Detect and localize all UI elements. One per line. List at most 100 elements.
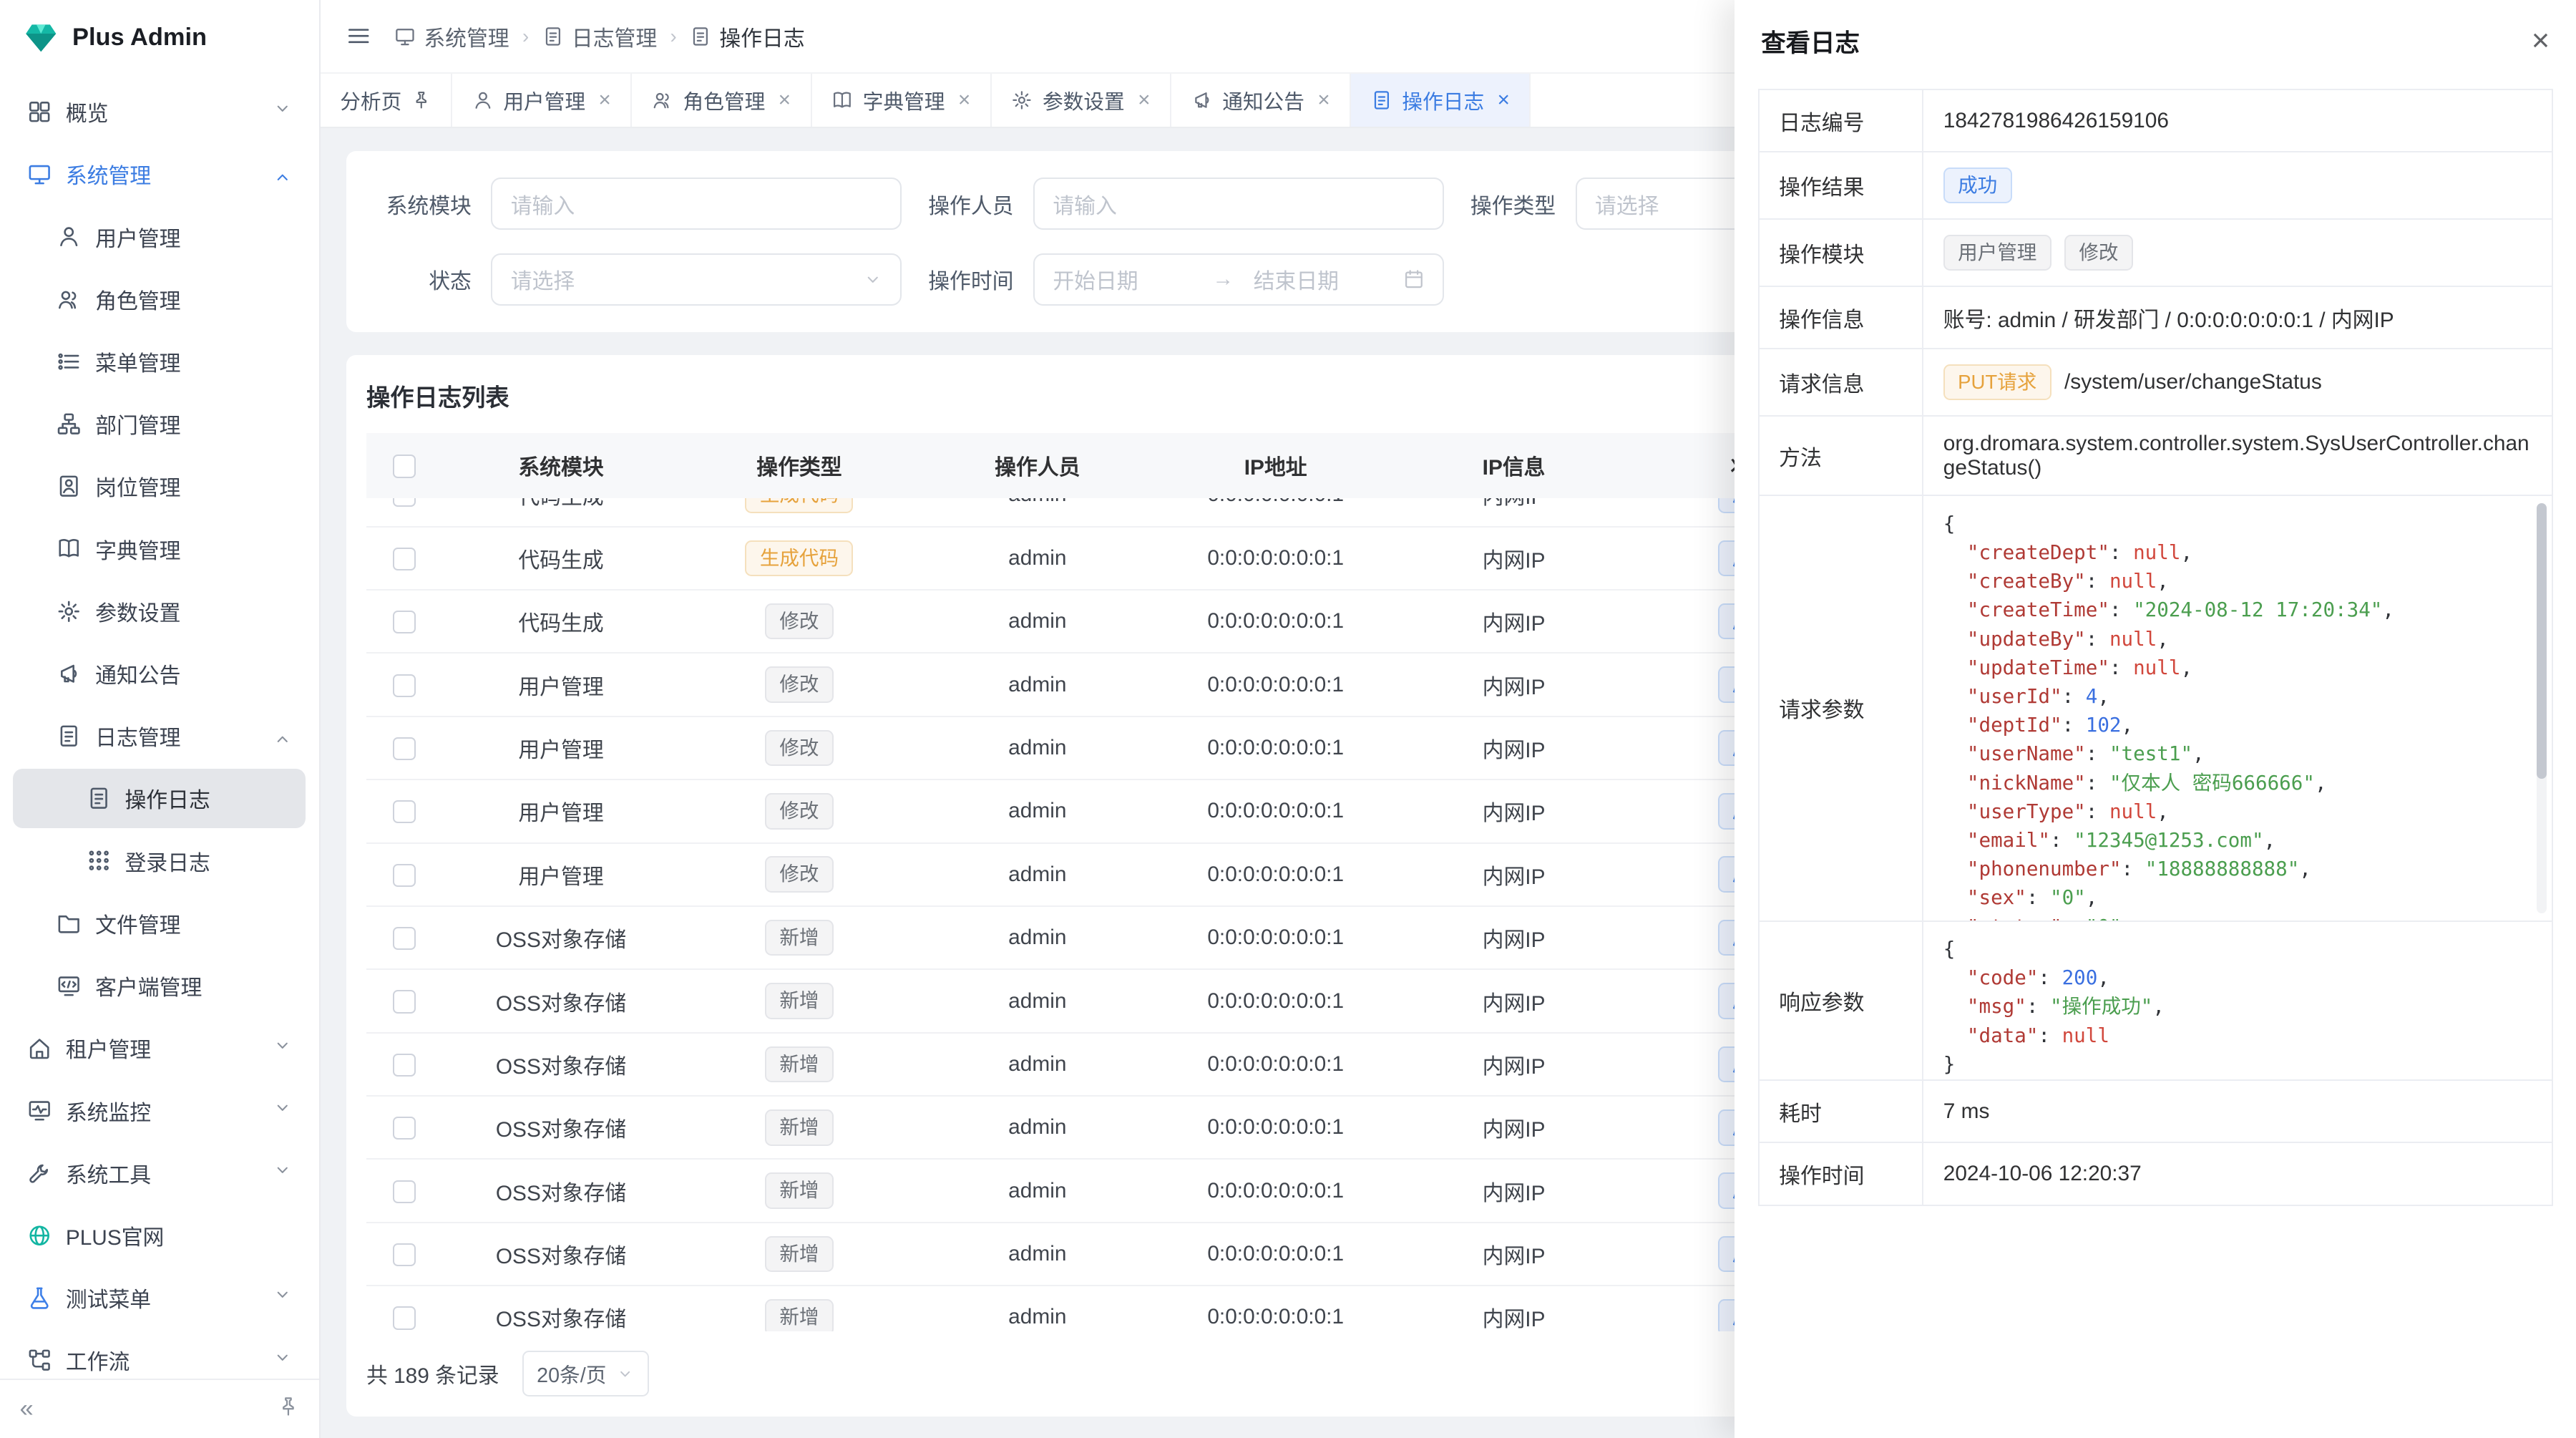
scrollbar[interactable] (2537, 503, 2547, 914)
row-checkbox[interactable] (393, 990, 416, 1013)
column-header: 操作类型 (680, 450, 918, 481)
sidebar-item-system-monitor[interactable]: 系统监控 (13, 1081, 306, 1140)
row-checkbox[interactable] (393, 1243, 416, 1266)
cell-ip: 0:0:0:0:0:0:0:1 (1156, 1179, 1395, 1203)
sidebar-collapse-button[interactable]: « (20, 1395, 34, 1423)
close-icon[interactable]: × (598, 89, 610, 111)
cell-ip: 0:0:0:0:0:0:0:1 (1156, 546, 1395, 570)
close-icon[interactable]: × (1138, 89, 1150, 111)
operation-type-badge: 新增 (765, 1172, 834, 1209)
breadcrumb-item[interactable]: 系统管理 (394, 21, 509, 52)
sidebar-item-test-menu[interactable]: 测试菜单 (13, 1268, 306, 1328)
sidebar-item-param-settings[interactable]: 参数设置 (13, 582, 306, 641)
home-icon (26, 1036, 53, 1060)
cell-system-module: 代码生成 (442, 498, 680, 510)
tab-dict-mgmt[interactable]: 字典管理 × (812, 74, 992, 127)
cell-ip: 0:0:0:0:0:0:0:1 (1156, 736, 1395, 760)
row-checkbox[interactable] (393, 800, 416, 823)
sidebar-item-workflow[interactable]: 工作流 (13, 1331, 306, 1379)
pin-icon[interactable] (411, 90, 431, 110)
tab-notice[interactable]: 通知公告 × (1171, 74, 1351, 127)
sidebar-item-system-mgmt[interactable]: 系统管理 (13, 145, 306, 204)
tab-analysis[interactable]: 分析页 (321, 74, 452, 127)
close-icon[interactable]: × (1498, 89, 1510, 111)
sidebar-item-operation-log[interactable]: 操作日志 (13, 769, 306, 828)
operation-type-badge: 新增 (765, 983, 834, 1019)
cell-operator: admin (918, 1115, 1156, 1140)
cell-operator: admin (918, 863, 1156, 887)
breadcrumb-item[interactable]: 日志管理 (542, 21, 658, 52)
hamburger-menu-icon[interactable] (346, 24, 371, 48)
column-header: 操作人员 (918, 450, 1156, 481)
close-icon[interactable]: × (1317, 89, 1330, 111)
filter-status: 状态 请选择 (386, 253, 902, 306)
sidebar-item-login-log[interactable]: 登录日志 (13, 831, 306, 890)
close-icon[interactable]: × (779, 89, 791, 111)
row-checkbox[interactable] (393, 1117, 416, 1140)
cell-ip-info: 内网IP (1395, 669, 1633, 701)
grid-icon (26, 99, 53, 124)
log-icon (56, 724, 82, 748)
sidebar-item-dict-mgmt[interactable]: 字典管理 (13, 519, 306, 578)
chevron-down-icon (273, 1348, 293, 1374)
tab-operation-log[interactable]: 操作日志 × (1351, 74, 1531, 127)
sidebar-item-dept-mgmt[interactable]: 部门管理 (13, 394, 306, 454)
cell-ip-info: 内网IP (1395, 1175, 1633, 1207)
page-size-select[interactable]: 20条/页 (522, 1351, 649, 1396)
row-checkbox[interactable] (393, 927, 416, 950)
row-checkbox[interactable] (393, 611, 416, 633)
sidebar-item-notice[interactable]: 通知公告 (13, 644, 306, 704)
sidebar-item-menu-mgmt[interactable]: 菜单管理 (13, 332, 306, 392)
operator-input[interactable]: 请输入 (1033, 178, 1444, 230)
row-checkbox[interactable] (393, 1306, 416, 1329)
cell-operator: admin (918, 989, 1156, 1014)
gear-icon (1011, 89, 1033, 111)
row-checkbox[interactable] (393, 1054, 416, 1077)
cell-ip: 0:0:0:0:0:0:0:1 (1156, 498, 1395, 507)
sidebar-item-system-tools[interactable]: 系统工具 (13, 1143, 306, 1203)
sidebar-item-plus-website[interactable]: PLUS官网 (13, 1206, 306, 1265)
tab-param-settings[interactable]: 参数设置 × (992, 74, 1171, 127)
sidebar-item-tenant-mgmt[interactable]: 租户管理 (13, 1019, 306, 1078)
status-select[interactable]: 请选择 (491, 253, 902, 306)
system-module-input[interactable]: 请输入 (491, 178, 902, 230)
operation-type-badge: 修改 (765, 730, 834, 767)
row-checkbox[interactable] (393, 737, 416, 760)
cell-ip-info: 内网IP (1395, 1301, 1633, 1331)
cell-operator: admin (918, 673, 1156, 697)
breadcrumb-separator: › (670, 25, 677, 48)
row-checkbox[interactable] (393, 498, 416, 507)
sidebar-item-log-mgmt[interactable]: 日志管理 (13, 706, 306, 766)
close-icon[interactable]: × (2532, 26, 2550, 57)
sidebar-item-file-mgmt[interactable]: 文件管理 (13, 894, 306, 953)
cost-value: 7 ms (1923, 1081, 2552, 1142)
sidebar-item-overview[interactable]: 概览 (13, 82, 306, 142)
operation-time-value: 2024-10-06 12:20:37 (1923, 1143, 2552, 1204)
tab-role-mgmt[interactable]: 角色管理 × (632, 74, 811, 127)
select-all-checkbox[interactable] (393, 455, 416, 477)
row-checkbox[interactable] (393, 674, 416, 697)
monitor-icon (26, 162, 53, 186)
operation-type-badge: 生成代码 (745, 498, 853, 512)
doc-icon (85, 786, 112, 810)
row-checkbox[interactable] (393, 864, 416, 887)
operation-type-badge: 新增 (765, 1236, 834, 1273)
tab-user-mgmt[interactable]: 用户管理 × (452, 74, 632, 127)
sidebar-item-client-mgmt[interactable]: 客户端管理 (13, 956, 306, 1016)
scrollbar-thumb[interactable] (2537, 503, 2547, 779)
sidebar: Plus Admin 概览 系统管理 用户管理 角色管理 菜单管理 部门管理 (0, 0, 321, 1438)
close-icon[interactable]: × (958, 89, 970, 111)
gear-icon (56, 599, 82, 623)
date-range-picker[interactable]: 开始日期 → 结束日期 (1033, 253, 1444, 306)
row-checkbox[interactable] (393, 1180, 416, 1203)
row-checkbox[interactable] (393, 548, 416, 570)
operation-type-badge: 修改 (765, 666, 834, 703)
sidebar-item-post-mgmt[interactable]: 岗位管理 (13, 457, 306, 516)
filter-operation-time: 操作时间 开始日期 → 结束日期 (928, 253, 1444, 306)
cell-operator: admin (918, 926, 1156, 950)
sidebar-pin-button[interactable] (278, 1396, 299, 1423)
sidebar-footer: « (0, 1379, 319, 1438)
sidebar-item-user-mgmt[interactable]: 用户管理 (13, 207, 306, 266)
detail-row-method: 方法 org.dromara.system.controller.system.… (1760, 417, 2552, 496)
sidebar-item-role-mgmt[interactable]: 角色管理 (13, 269, 306, 329)
